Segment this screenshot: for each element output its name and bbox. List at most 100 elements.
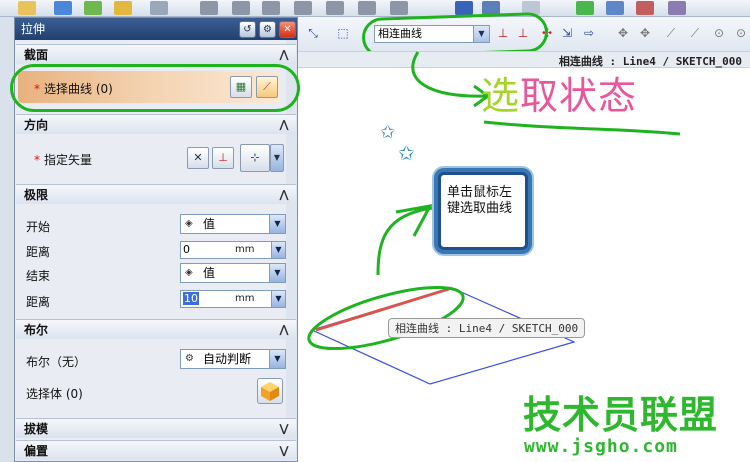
point-icon-2[interactable]: ⊙ bbox=[734, 26, 748, 40]
edge-icon-2[interactable] bbox=[232, 1, 250, 15]
annotation-underline bbox=[483, 120, 681, 136]
star-icon: ✩ bbox=[380, 122, 395, 143]
chevron-down-icon[interactable]: ▼ bbox=[269, 264, 285, 282]
selection-status-bar: 相连曲线 : Line4 / SKETCH_000 bbox=[298, 51, 750, 68]
chevron-down-icon[interactable]: ▼ bbox=[269, 215, 285, 233]
star-icon-2: ✩ bbox=[398, 141, 415, 165]
select-body-label: 选择体 (0) bbox=[26, 387, 83, 401]
end-type-value: 值 bbox=[203, 266, 216, 280]
chevron-up-icon[interactable]: ⋀ bbox=[276, 187, 292, 203]
value-cube-icon: ◈ bbox=[185, 218, 193, 229]
section-header-limits[interactable]: 极限 ⋀ bbox=[16, 184, 296, 204]
end-distance-value: 10 bbox=[183, 292, 199, 305]
line-icon[interactable]: ⟋ bbox=[664, 26, 678, 40]
edge-icon[interactable] bbox=[200, 1, 218, 15]
extrude-icon[interactable] bbox=[114, 1, 132, 15]
annotation-note-text: 单击鼠标左键选取曲线 bbox=[447, 185, 513, 216]
chevron-up-icon[interactable]: ⋀ bbox=[276, 47, 292, 63]
watermark-url: www.jsgho.com bbox=[524, 436, 678, 457]
specify-vector-label: 指定矢量 bbox=[44, 153, 93, 167]
reverse-direction-button[interactable]: ✕ bbox=[187, 147, 209, 169]
line-icon-2[interactable]: ⟋ bbox=[688, 26, 702, 40]
end-distance-unit: mm bbox=[235, 293, 255, 304]
gear-icon[interactable]: ⚙ bbox=[259, 21, 276, 38]
table-icon[interactable] bbox=[606, 1, 624, 15]
annotation-title-part1: 选 bbox=[481, 74, 521, 118]
chevron-down-icon[interactable]: ▼ bbox=[271, 291, 285, 307]
end-distance-input[interactable]: 10 mm ▼ bbox=[180, 290, 286, 308]
chevron-up-icon[interactable]: ⋀ bbox=[276, 117, 292, 133]
edge-icon-6[interactable] bbox=[358, 1, 376, 15]
sketch-icon[interactable] bbox=[54, 1, 72, 15]
section-header-offset[interactable]: 偏置 ⋁ bbox=[16, 440, 296, 460]
edge-icon-5[interactable] bbox=[326, 1, 344, 15]
annotation-title-part2: 取状态 bbox=[520, 74, 638, 118]
vector-dialog-button[interactable]: ⊥ bbox=[212, 147, 234, 169]
feature-icon[interactable] bbox=[84, 1, 102, 15]
box-select-icon[interactable]: ⬚ bbox=[336, 26, 350, 40]
section-header-boolean[interactable]: 布尔 ⋀ bbox=[16, 319, 296, 339]
end-distance-label: 距离 bbox=[26, 295, 51, 309]
start-type-select[interactable]: ◈ 值 ▼ bbox=[180, 214, 286, 234]
required-marker: * bbox=[34, 153, 40, 167]
snap-icon[interactable]: ✥ bbox=[616, 26, 630, 40]
end-type-select[interactable]: ◈ 值 ▼ bbox=[180, 263, 286, 283]
body-cube-icon bbox=[261, 382, 279, 401]
follow-fillet-icon[interactable]: ⇲ bbox=[560, 26, 574, 40]
move-arrow-icon[interactable]: ⇨ bbox=[582, 26, 596, 40]
dialog-title-bar: 拉伸 ↺ ⚙ ✕ bbox=[15, 18, 297, 40]
edge-icon-4[interactable] bbox=[294, 1, 312, 15]
watermark-site-name: 技术员联盟 bbox=[523, 393, 719, 437]
section-label: 截面 bbox=[24, 48, 49, 62]
select-arrow-icon[interactable]: ⤡ bbox=[306, 26, 320, 40]
chevron-down-icon[interactable]: ▼ bbox=[269, 350, 285, 368]
chevron-up-icon[interactable]: ⋀ bbox=[276, 322, 292, 338]
curve-tooltip: 相连曲线 : Line4 / SKETCH_000 bbox=[388, 318, 586, 338]
list-icon[interactable] bbox=[636, 1, 654, 15]
boolean-type-label: 布尔（无） bbox=[26, 355, 87, 369]
snap-icon-2[interactable]: ✥ bbox=[638, 26, 652, 40]
boolean-type-value: 自动判断 bbox=[203, 352, 252, 366]
curve-tooltip-text: 相连曲线 : Line4 / SKETCH_000 bbox=[395, 322, 579, 335]
section-header-section[interactable]: 截面 ⋀ bbox=[16, 44, 296, 64]
draft-label: 拔模 bbox=[24, 422, 49, 436]
chevron-down-icon[interactable]: ⋁ bbox=[276, 443, 292, 459]
chevron-down-icon[interactable]: ⋁ bbox=[276, 421, 292, 437]
selection-status-text: 相连曲线 : Line4 / SKETCH_000 bbox=[558, 55, 742, 68]
main-toolbar bbox=[0, 0, 750, 17]
boolean-type-select[interactable]: ⚙ 自动判断 ▼ bbox=[180, 349, 286, 369]
start-label: 开始 bbox=[26, 220, 51, 234]
vector-type-button[interactable]: ⊹ bbox=[240, 144, 270, 172]
start-type-value: 值 bbox=[203, 217, 216, 231]
cube-view-icon[interactable] bbox=[668, 1, 686, 15]
boolean-label: 布尔 bbox=[24, 323, 49, 337]
direction-label: 方向 bbox=[24, 118, 49, 132]
auto-infer-icon: ⚙ bbox=[185, 353, 194, 364]
section-header-draft[interactable]: 拔模 ⋁ bbox=[16, 418, 296, 438]
end-label: 结束 bbox=[26, 269, 51, 283]
vector-type-dropdown[interactable]: ▼ bbox=[270, 144, 284, 172]
close-icon[interactable]: ✕ bbox=[279, 21, 296, 38]
chevron-down-icon[interactable]: ▼ bbox=[271, 242, 285, 258]
annotation-arrow-note bbox=[376, 206, 433, 276]
reset-icon[interactable]: ↺ bbox=[239, 21, 256, 38]
open-icon[interactable] bbox=[18, 1, 36, 15]
edge-icon-3[interactable] bbox=[262, 1, 280, 15]
start-distance-label: 距离 bbox=[26, 245, 51, 259]
value-cube-icon: ◈ bbox=[185, 267, 193, 278]
start-distance-value: 0 bbox=[183, 243, 190, 256]
start-distance-unit: mm bbox=[235, 244, 255, 255]
annotation-ring-select-curve bbox=[10, 64, 300, 112]
annotation-note: 单击鼠标左键选取曲线 bbox=[438, 172, 528, 250]
start-distance-input[interactable]: 0 mm ▼ bbox=[180, 241, 286, 259]
limits-label: 极限 bbox=[24, 188, 49, 202]
dialog-title: 拉伸 bbox=[21, 22, 46, 36]
calculator-icon[interactable] bbox=[150, 1, 168, 15]
select-body-button[interactable] bbox=[257, 378, 283, 404]
edge-icon-7[interactable] bbox=[390, 1, 408, 15]
check-icon[interactable] bbox=[576, 1, 594, 15]
section-header-direction[interactable]: 方向 ⋀ bbox=[16, 114, 296, 134]
point-icon[interactable]: ⊙ bbox=[712, 26, 726, 40]
layer-icon[interactable] bbox=[455, 1, 473, 15]
offset-label: 偏置 bbox=[24, 444, 49, 458]
